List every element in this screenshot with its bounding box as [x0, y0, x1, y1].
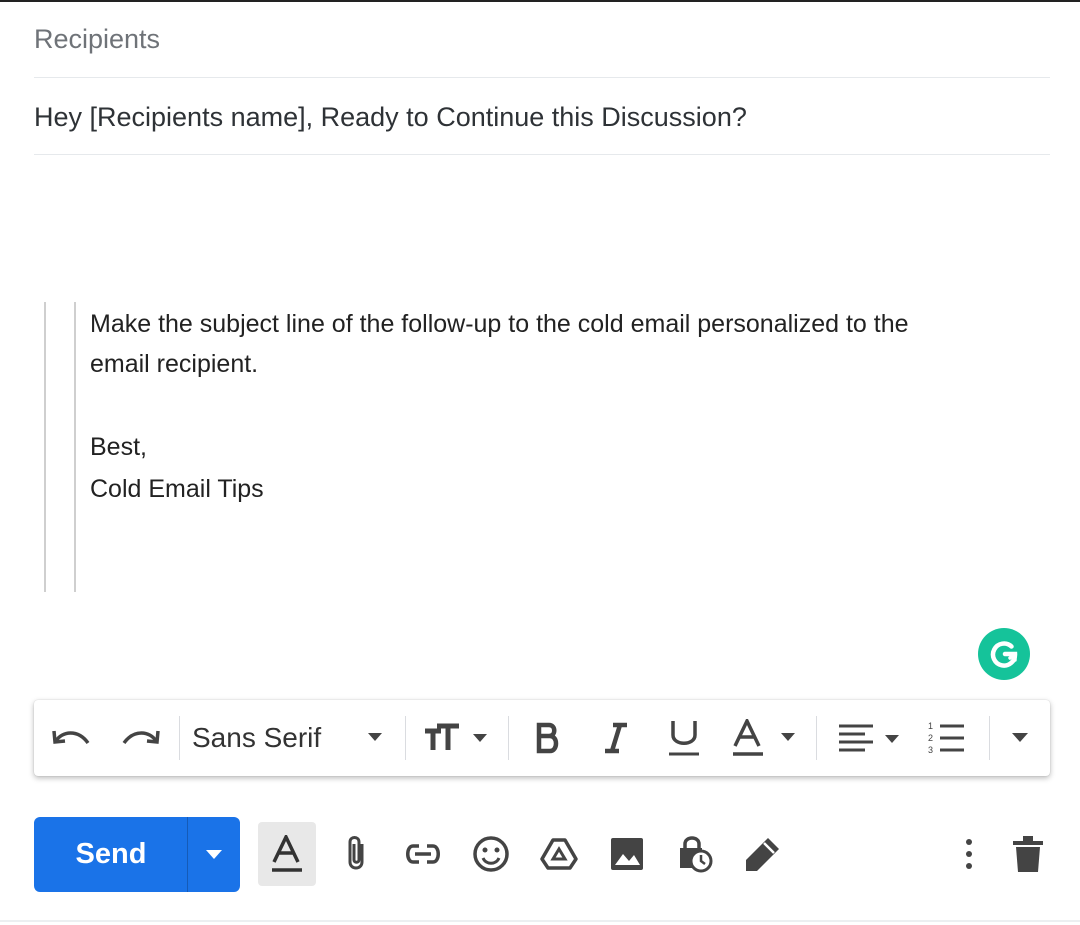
quote-bar-inner	[74, 302, 76, 592]
body-line: Make the subject line of the follow-up t…	[90, 310, 909, 338]
attach-icon[interactable]	[336, 822, 376, 886]
photo-icon[interactable]	[604, 822, 650, 886]
align-icon[interactable]	[834, 700, 906, 776]
font-family-select[interactable]: Sans Serif	[192, 700, 392, 776]
chevron-down-icon	[368, 733, 382, 741]
recipients-placeholder: Recipients	[34, 24, 161, 54]
footer-divider	[0, 920, 1080, 922]
emoji-icon[interactable]	[468, 822, 514, 886]
formatting-toolbar: Sans Serif 1 2 3	[34, 700, 1050, 776]
send-button-group: Send	[34, 817, 240, 892]
toolbar-separator	[989, 716, 990, 760]
toolbar-separator	[816, 716, 817, 760]
subject-text: Hey [Recipients name], Ready to Continue…	[34, 102, 747, 132]
recipients-field[interactable]: Recipients	[34, 2, 1050, 78]
text-color-icon[interactable]	[730, 700, 802, 776]
svg-text:1: 1	[928, 721, 933, 731]
svg-text:3: 3	[928, 745, 933, 755]
signature-text: Cold Email Tips	[90, 475, 264, 503]
signoff-text: Best,	[90, 433, 147, 461]
more-options-icon[interactable]	[954, 822, 984, 886]
body-blank-line	[90, 384, 1030, 426]
message-body[interactable]: Make the subject line of the follow-up t…	[90, 304, 1030, 510]
link-icon[interactable]	[400, 822, 446, 886]
grammarly-icon[interactable]	[978, 628, 1030, 680]
underline-icon[interactable]	[662, 700, 706, 776]
signature-icon[interactable]	[740, 822, 786, 886]
chevron-down-icon	[206, 849, 222, 859]
toolbar-separator	[405, 716, 406, 760]
text-size-icon[interactable]	[420, 700, 496, 776]
font-family-label: Sans Serif	[192, 722, 322, 753]
more-formatting-icon[interactable]	[998, 700, 1042, 776]
drive-icon[interactable]	[536, 822, 582, 886]
subject-field[interactable]: Hey [Recipients name], Ready to Continue…	[34, 78, 1050, 155]
confidential-mode-icon[interactable]	[672, 822, 718, 886]
delete-icon[interactable]	[1006, 822, 1050, 886]
svg-text:2: 2	[928, 733, 933, 743]
italic-icon[interactable]	[594, 700, 638, 776]
numbered-list-icon[interactable]: 1 2 3	[924, 700, 968, 776]
undo-icon[interactable]	[48, 700, 96, 776]
quote-bar-outer	[44, 302, 46, 592]
formatting-options-icon[interactable]	[258, 822, 316, 886]
bold-icon[interactable]	[526, 700, 570, 776]
send-button[interactable]: Send	[34, 817, 188, 892]
toolbar-separator	[179, 716, 180, 760]
toolbar-separator	[508, 716, 509, 760]
redo-icon[interactable]	[114, 700, 166, 776]
schedule-send-dropdown[interactable]	[188, 817, 240, 892]
body-line: email recipient.	[90, 350, 259, 378]
